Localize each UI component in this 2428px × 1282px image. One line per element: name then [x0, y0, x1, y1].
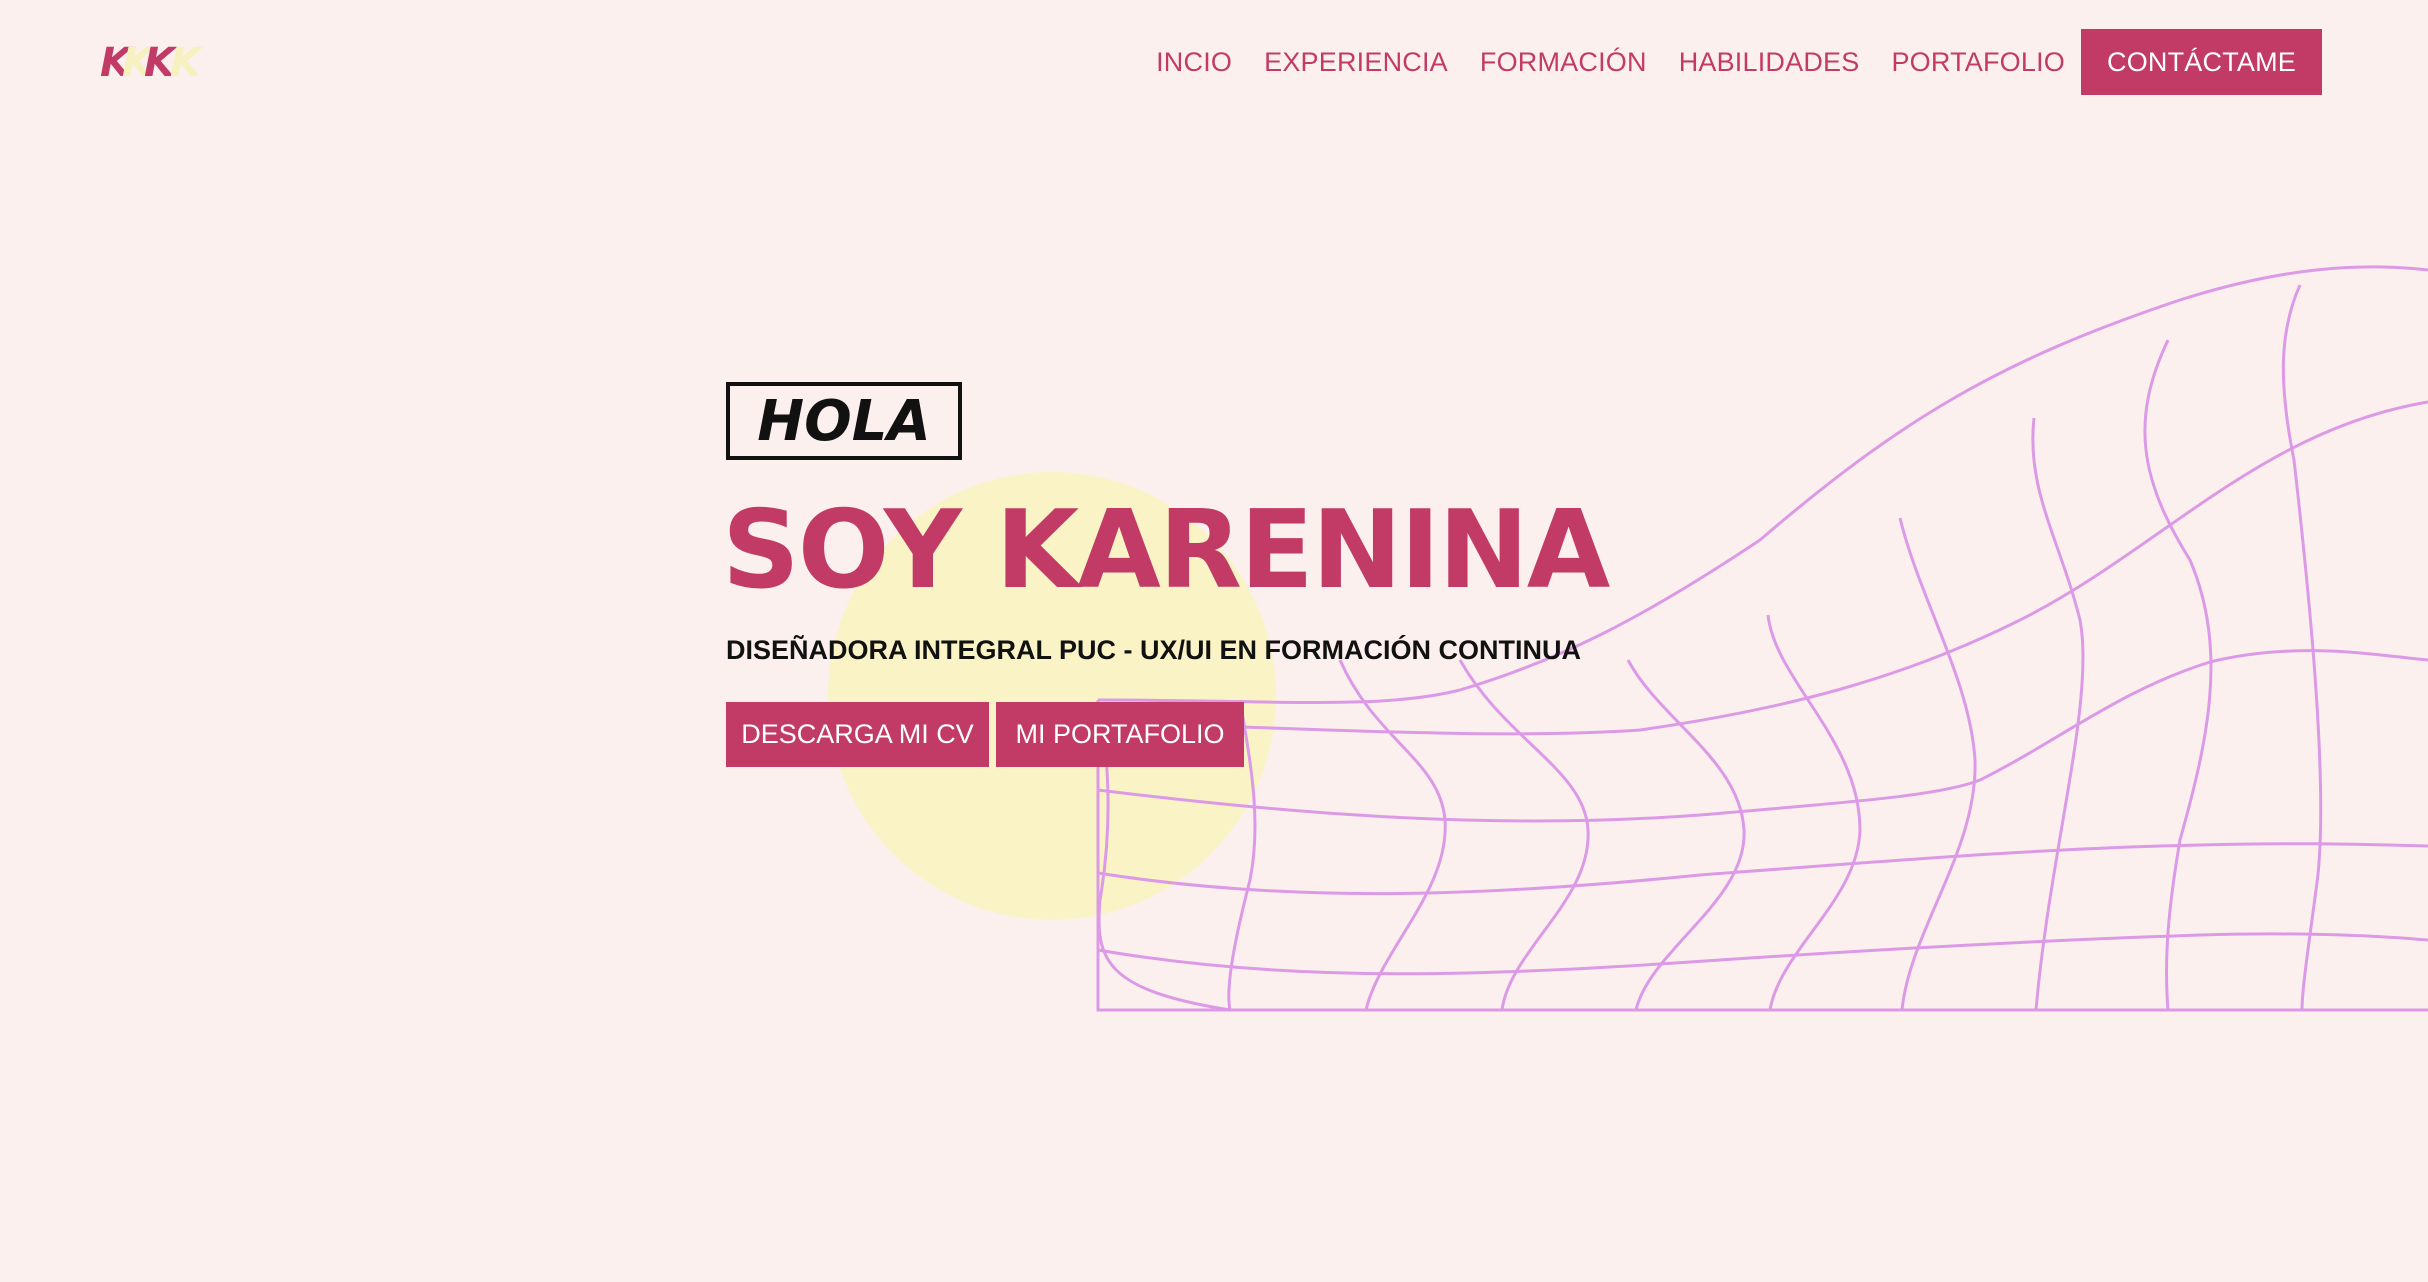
download-cv-button[interactable]: DESCARGA MI CV — [726, 702, 989, 767]
greeting-box: HOLA — [726, 382, 962, 460]
portfolio-button[interactable]: MI PORTAFOLIO — [996, 702, 1244, 767]
hero-title: SOY KARENINA — [722, 488, 1610, 613]
hero-subtitle: DISEÑADORA INTEGRAL PUC - UX/UI EN FORMA… — [726, 635, 1582, 665]
